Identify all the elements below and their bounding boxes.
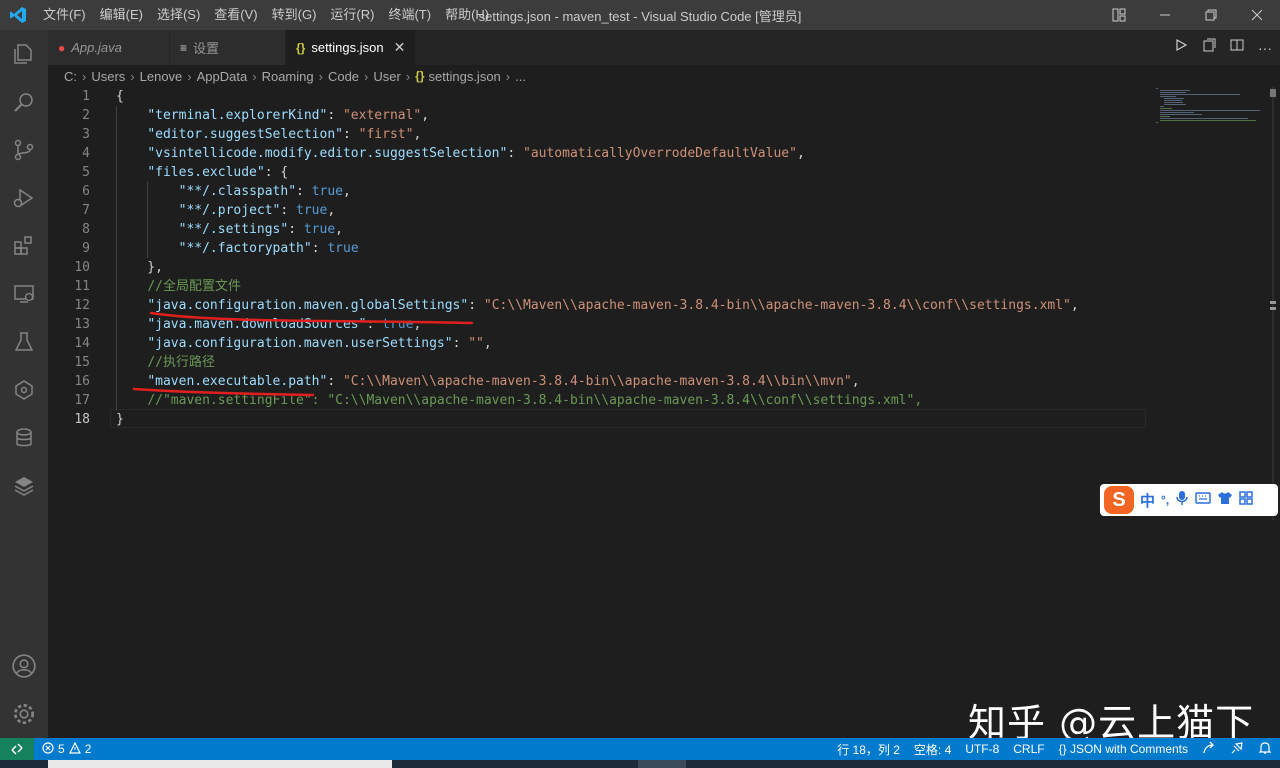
chevron-right-icon: ›	[130, 68, 135, 84]
menu-bar: 文件(F) 编辑(E) 选择(S) 查看(V) 转到(G) 运行(R) 终端(T…	[36, 0, 496, 30]
more-actions-icon[interactable]: ···	[1258, 40, 1272, 56]
taskbar-search-box[interactable]	[48, 760, 392, 768]
settings-gear-icon[interactable]	[0, 690, 48, 738]
chevron-right-icon: ›	[505, 68, 511, 84]
ime-toolbar[interactable]: S 中 °,	[1100, 484, 1278, 516]
chevron-right-icon: ›	[318, 68, 323, 84]
tab-label: 设置	[193, 41, 220, 56]
menu-edit[interactable]: 编辑(E)	[93, 0, 150, 30]
menu-file[interactable]: 文件(F)	[36, 0, 93, 30]
keyboard-icon[interactable]	[1195, 491, 1211, 509]
error-icon	[42, 741, 54, 757]
close-icon[interactable]	[1234, 0, 1280, 30]
breadcrumb-item[interactable]: Code	[328, 69, 359, 84]
tab-label: settings.json	[311, 40, 384, 55]
menu-selection[interactable]: 选择(S)	[150, 0, 207, 30]
warning-count: 2	[84, 742, 92, 756]
language-label: JSON with Comments	[1069, 742, 1188, 756]
chevron-right-icon: ›	[405, 68, 411, 84]
database-icon[interactable]	[0, 414, 48, 462]
chevron-right-icon: ›	[187, 68, 192, 84]
open-settings-icon[interactable]	[1202, 38, 1216, 57]
breadcrumb-item[interactable]: Roaming	[262, 69, 314, 84]
menu-go[interactable]: 转到(G)	[265, 0, 324, 30]
split-editor-icon[interactable]	[1230, 38, 1244, 57]
menu-terminal[interactable]: 终端(T)	[381, 0, 438, 30]
cursor-position[interactable]: 行 18，列 2	[837, 741, 900, 758]
account-icon[interactable]	[0, 642, 48, 690]
problems-indicator[interactable]: 5 2	[42, 741, 92, 757]
layers-icon[interactable]	[0, 462, 48, 510]
editor-tab-bar: ● App.java ≡ 设置 {} settings.json ✕ ···	[48, 30, 1280, 65]
indentation[interactable]: 空格: 4	[914, 741, 951, 758]
tab-settings-json[interactable]: {} settings.json ✕	[286, 30, 416, 65]
editor-actions: ···	[1174, 30, 1272, 65]
source-control-icon[interactable]	[0, 126, 48, 174]
menu-run[interactable]: 运行(R)	[323, 0, 381, 30]
live-share-icon[interactable]	[1202, 741, 1216, 758]
encoding[interactable]: UTF-8	[965, 742, 999, 756]
layout-icon[interactable]	[1096, 0, 1142, 30]
chevron-right-icon: ›	[364, 68, 369, 84]
minimap[interactable]	[1152, 87, 1264, 127]
menu-view[interactable]: 查看(V)	[207, 0, 264, 30]
remote-indicator-icon[interactable]	[0, 738, 34, 760]
ime-punctuation-mode[interactable]: °,	[1161, 493, 1169, 507]
ime-chinese-mode[interactable]: 中	[1140, 490, 1155, 511]
search-icon[interactable]	[0, 78, 48, 126]
breadcrumb-item[interactable]: User	[373, 69, 400, 84]
language-mode[interactable]: {} JSON with Comments	[1059, 742, 1188, 756]
json-braces-icon: {}	[1058, 742, 1070, 756]
menu-help[interactable]: 帮助(H)	[438, 0, 496, 30]
settings-list-icon: ≡	[180, 40, 188, 55]
run-debug-icon[interactable]	[0, 174, 48, 222]
code-editor[interactable]: 1{2 "terminal.explorerKind": "external",…	[48, 87, 1280, 738]
vertical-scrollbar[interactable]	[1268, 87, 1278, 520]
microphone-icon[interactable]	[1175, 490, 1189, 511]
notifications-bell-icon[interactable]	[1258, 741, 1272, 758]
gitlens-icon[interactable]	[0, 366, 48, 414]
status-bar-right: 行 18，列 2 空格: 4 UTF-8 CRLF {} JSON with C…	[837, 738, 1272, 760]
window-controls	[1096, 0, 1280, 30]
chevron-right-icon: ›	[252, 68, 257, 84]
tab-app-java[interactable]: ● App.java	[48, 30, 170, 65]
restore-icon[interactable]	[1188, 0, 1234, 30]
warning-icon	[68, 741, 81, 757]
toolbox-grid-icon[interactable]	[1239, 490, 1253, 510]
breadcrumb-item[interactable]: AppData	[197, 69, 248, 84]
minimize-icon[interactable]	[1142, 0, 1188, 30]
testing-icon[interactable]	[0, 318, 48, 366]
breadcrumb-item[interactable]: ...	[515, 69, 526, 84]
error-count: 5	[58, 742, 65, 756]
vscode-logo-icon	[0, 0, 36, 30]
chevron-right-icon: ›	[82, 68, 87, 84]
remote-explorer-icon[interactable]	[0, 270, 48, 318]
breadcrumb-item[interactable]: Users	[91, 69, 125, 84]
end-of-line[interactable]: CRLF	[1013, 742, 1044, 756]
red-underline-annotations	[132, 311, 474, 397]
extensions-icon[interactable]	[0, 222, 48, 270]
json-braces-icon: {}	[296, 40, 306, 55]
annotation-underline-executable-path	[132, 387, 315, 397]
skin-shirt-icon[interactable]	[1217, 491, 1233, 510]
status-bar: 5 2 行 18，列 2 空格: 4 UTF-8 CRLF {} JSON wi…	[0, 738, 1280, 760]
breadcrumb: C: › Users › Lenove › AppData › Roaming › Cod…	[48, 65, 1148, 87]
breadcrumb-item[interactable]: Lenove	[140, 69, 183, 84]
windows-taskbar	[0, 760, 1280, 768]
breadcrumb-item[interactable]: C:	[64, 69, 77, 84]
feedback-icon[interactable]	[1230, 741, 1244, 758]
tab-close-icon[interactable]: ✕	[394, 39, 406, 56]
taskbar-app[interactable]	[638, 760, 686, 768]
tab-settings-ui[interactable]: ≡ 设置	[170, 30, 286, 65]
tab-label: App.java	[71, 40, 122, 55]
error-dot-icon: ●	[58, 40, 66, 55]
activity-bar	[0, 30, 48, 738]
explorer-icon[interactable]	[0, 30, 48, 78]
annotation-underline-global-settings	[149, 311, 474, 325]
json-braces-icon: {}	[415, 69, 425, 83]
breadcrumb-item[interactable]: settings.json	[429, 69, 501, 84]
sogou-logo-icon: S	[1104, 486, 1134, 514]
title-bar: 文件(F) 编辑(E) 选择(S) 查看(V) 转到(G) 运行(R) 终端(T…	[0, 0, 1280, 30]
run-icon[interactable]	[1174, 38, 1188, 57]
